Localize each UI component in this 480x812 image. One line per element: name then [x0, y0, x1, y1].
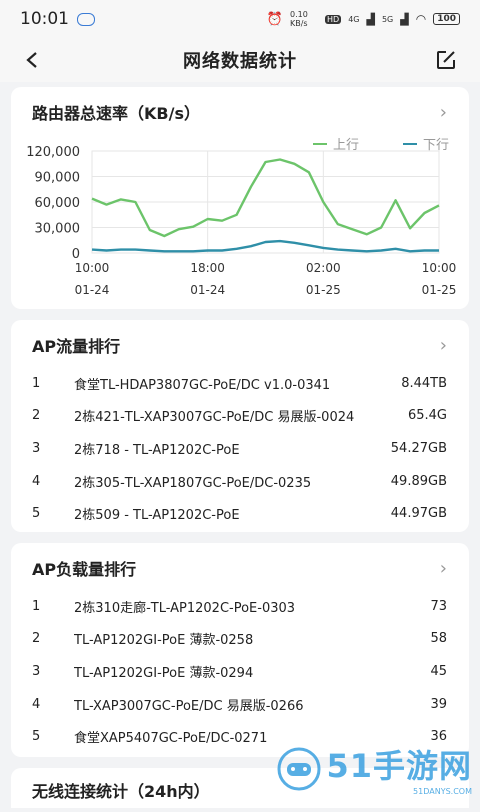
load-value: 39 [430, 696, 447, 712]
ap-name: TL-AP1202GI-PoE 薄款-0258 [74, 633, 254, 649]
rank-number: 5 [32, 506, 41, 522]
rank-number: 2 [32, 631, 41, 647]
alarm-icon: ⏰ [266, 11, 283, 27]
wireless-title: 无线连接统计（24h内） [32, 782, 210, 801]
router-speed-title: 路由器总速率（KB/s） [32, 104, 200, 123]
rank-number: 2 [32, 408, 41, 424]
list-item[interactable]: 2 TL-AP1202GI-PoE 薄款-0258 58 [11, 623, 469, 656]
upload-series-line [91, 158, 440, 238]
edit-icon [437, 51, 455, 69]
rank-number: 3 [32, 440, 41, 456]
list-item[interactable]: 3 2栋718 - TL-AP1202C-PoE 54.27GB [11, 432, 469, 465]
x-tick-time: 10:00 [75, 261, 110, 275]
rank-number: 5 [32, 729, 41, 745]
cloud-icon [77, 12, 95, 26]
chevron-right-icon: › [439, 101, 447, 123]
list-item[interactable]: 4 2栋305-TL-XAP1807GC-PoE/DC-0235 49.89GB [11, 465, 469, 498]
list-item[interactable]: 1 食堂TL-HDAP3807GC-PoE/DC v1.0-0341 8.44T… [11, 367, 469, 400]
ap-name: 食堂TL-HDAP3807GC-PoE/DC v1.0-0341 [74, 377, 331, 393]
x-tick-time: 02:00 [306, 261, 341, 275]
load-value: 58 [430, 631, 447, 647]
ap-name: 2栋310走廊-TL-AP1202C-PoE-0303 [74, 600, 296, 616]
ap-traffic-card[interactable]: AP流量排行 › 1 食堂TL-HDAP3807GC-PoE/DC v1.0-0… [11, 320, 469, 532]
ap-name: TL-XAP3007GC-PoE/DC 易展版-0266 [74, 698, 304, 714]
signal-label-2: 5G [381, 14, 394, 24]
status-right: ⏰ 0.10 KB/s HD 4G ▟ 5G ▟ ◠ 100 [267, 10, 460, 28]
list-item[interactable]: 1 2栋310走廊-TL-AP1202C-PoE-0303 73 [11, 590, 469, 623]
y-tick-label: 120,000 [26, 145, 80, 160]
ap-load-card[interactable]: AP负载量排行 › 1 2栋310走廊-TL-AP1202C-PoE-0303 … [11, 543, 469, 757]
gamepad-logo-icon [277, 747, 321, 790]
ap-name: 2栋421-TL-XAP3007GC-PoE/DC 易展版-0024 [74, 410, 355, 426]
router-speed-card[interactable]: 路由器总速率（KB/s） › 120,000 90,000 60,000 30,000… [11, 87, 469, 309]
traffic-value: 8.44TB [401, 375, 447, 391]
y-tick-label: 60,000 [35, 196, 81, 211]
download-series-line [91, 239, 439, 253]
rank-number: 3 [32, 663, 41, 679]
net-speed: 0.10 KB/s [290, 10, 308, 28]
battery-icon: 100 [433, 13, 460, 25]
x-tick-date: 01-25 [306, 283, 341, 297]
traffic-value: 49.89GB [390, 473, 447, 489]
x-tick-date: 01-25 [422, 283, 457, 297]
legend-label: 下行 [423, 138, 449, 153]
list-item[interactable]: 2 2栋421-TL-XAP3007GC-PoE/DC 易展版-0024 65.… [11, 400, 469, 433]
edit-button[interactable] [434, 48, 458, 72]
wifi-icon: ◠ [415, 12, 427, 26]
watermark-sub: 51DANYS.COM [413, 787, 472, 796]
y-tick-label: 30,000 [35, 222, 81, 237]
speed-chart: 120,00090,00060,00030,000010:0001-2418:0… [26, 138, 457, 297]
hd-badge: HD [325, 14, 342, 24]
x-tick-date: 01-24 [75, 283, 110, 297]
signal-icon: ▟ [366, 12, 375, 26]
nav-bar: 网络数据统计 [0, 38, 480, 82]
rank-number: 1 [32, 598, 41, 614]
list-item[interactable]: 4 TL-XAP3007GC-PoE/DC 易展版-0266 39 [11, 688, 469, 721]
list-item[interactable]: 5 2栋509 - TL-AP1202C-PoE 44.97GB [11, 497, 469, 530]
ap-load-header[interactable]: AP负载量排行 › [11, 543, 469, 593]
load-value: 45 [430, 663, 447, 679]
x-tick-time: 10:00 [422, 261, 457, 275]
site-watermark: 51手游网 51DANYS.COM [276, 741, 472, 796]
ap-name: 2栋305-TL-XAP1807GC-PoE/DC-0235 [74, 475, 312, 491]
traffic-value: 44.97GB [390, 506, 447, 522]
x-tick-time: 18:00 [190, 261, 225, 275]
page-title: 网络数据统计 [183, 51, 297, 72]
y-tick-label: 90,000 [35, 171, 81, 186]
list-item[interactable]: 3 TL-AP1202GI-PoE 薄款-0294 45 [11, 655, 469, 688]
rank-number: 4 [32, 696, 41, 712]
load-value: 73 [430, 598, 447, 614]
signal-label-1: 4G [348, 14, 360, 24]
chevron-right-icon: › [439, 557, 447, 579]
ap-traffic-title: AP流量排行 [32, 337, 121, 356]
y-tick-label: 0 [72, 247, 80, 262]
router-speed-header[interactable]: 路由器总速率（KB/s） › [11, 87, 469, 137]
ap-name: TL-AP1202GI-PoE 薄款-0294 [74, 665, 254, 681]
status-bar: 10:01 ⏰ 0.10 KB/s HD 4G ▟ 5G ▟ ◠ 100 [0, 0, 480, 38]
chevron-right-icon: › [439, 334, 447, 356]
ap-name: 2栋509 - TL-AP1202C-PoE [74, 508, 240, 524]
rank-number: 4 [32, 473, 41, 489]
back-button[interactable] [20, 48, 44, 72]
x-tick-date: 01-24 [190, 283, 225, 297]
watermark-text: 51手游网 [326, 747, 472, 785]
rank-number: 1 [32, 375, 41, 391]
ap-traffic-header[interactable]: AP流量排行 › [11, 320, 469, 370]
status-time: 10:01 [20, 9, 69, 29]
signal-icon-2: ▟ [400, 12, 409, 26]
traffic-value: 65.4G [407, 408, 447, 424]
chevron-left-icon [26, 52, 37, 68]
ap-load-title: AP负载量排行 [32, 560, 137, 579]
traffic-value: 54.27GB [390, 440, 447, 456]
legend-label: 上行 [333, 138, 359, 153]
ap-name: 2栋718 - TL-AP1202C-PoE [74, 442, 240, 458]
